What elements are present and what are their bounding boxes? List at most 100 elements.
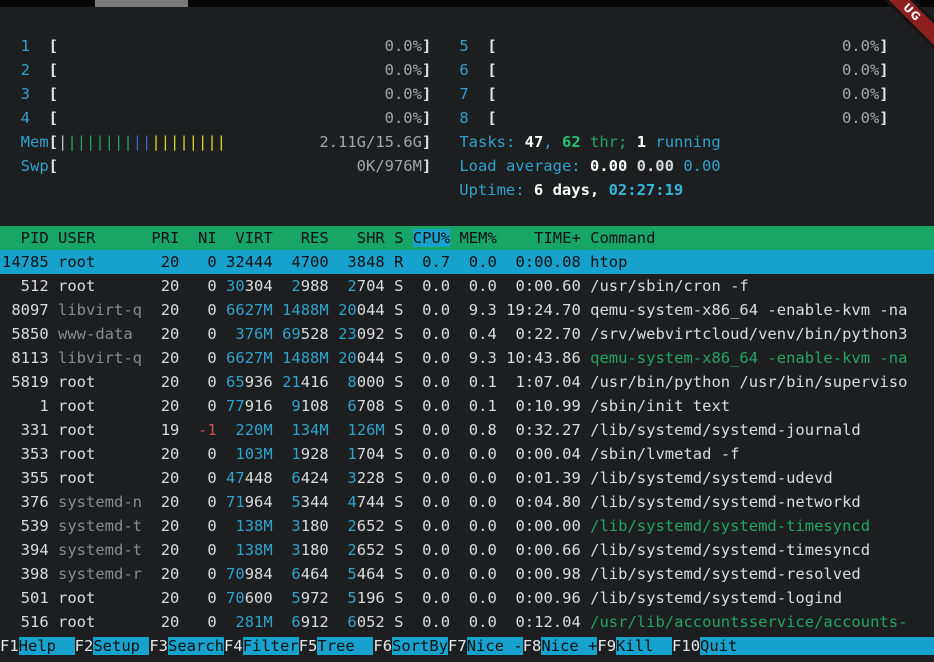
cell-res: 4700 bbox=[282, 253, 329, 271]
column-header-res[interactable]: RES bbox=[282, 229, 329, 247]
cell-pri: 20 bbox=[151, 565, 179, 583]
mem-bar-yellow: |||||||| bbox=[151, 133, 226, 151]
process-row-512[interactable]: 512 root 20 0 30304 2988 2704 S 0.0 0.0 … bbox=[0, 274, 934, 298]
cell-user: systemd-t bbox=[58, 541, 142, 559]
cell-ni: 0 bbox=[189, 373, 217, 391]
tasks-thr-label: thr; bbox=[581, 133, 637, 151]
meter-open-bracket: [ bbox=[487, 109, 496, 127]
process-row-5819[interactable]: 5819 root 20 0 65936 21416 8000 S 0.0 0.… bbox=[0, 370, 934, 394]
cell-pid: 8097 bbox=[2, 301, 49, 319]
process-row-1[interactable]: 1 root 20 0 77916 9108 6708 S 0.0 0.1 0:… bbox=[0, 394, 934, 418]
cell-shr: 2 bbox=[338, 517, 357, 535]
fkey-search-button[interactable]: Search bbox=[168, 637, 224, 655]
process-row-355[interactable]: 355 root 20 0 47448 6424 3228 S 0.0 0.0 … bbox=[0, 466, 934, 490]
fkey-f7-key[interactable]: F7 bbox=[448, 637, 467, 655]
cell-time: 19:24.70 bbox=[506, 301, 581, 319]
process-row-353[interactable]: 353 root 20 0 103M 1928 1704 S 0.0 0.0 0… bbox=[0, 442, 934, 466]
meter-open-bracket: [ bbox=[49, 133, 58, 151]
fkey-f3-key[interactable]: F3 bbox=[149, 637, 168, 655]
process-row-394[interactable]: 394 systemd-t 20 0 138M 3180 2652 S 0.0 … bbox=[0, 538, 934, 562]
cell-time: 10:43.86 bbox=[506, 349, 581, 367]
cell-shr: 4 bbox=[338, 493, 357, 511]
fkey-sortby-button[interactable]: SortBy bbox=[392, 637, 448, 655]
fkey-quit-button[interactable]: Quit bbox=[700, 637, 756, 655]
cpu-meter-row: 2 [ 0.0%] 6 [ 0.0%] bbox=[0, 58, 934, 82]
cell-virt: 77 bbox=[226, 397, 245, 415]
column-header-cpu[interactable]: CPU% bbox=[413, 229, 450, 247]
fkey-f9-key[interactable]: F9 bbox=[597, 637, 616, 655]
process-row-8113[interactable]: 8113 libvirt-q 20 0 6627M 1488M 20044 S … bbox=[0, 346, 934, 370]
cell-shr: 3 bbox=[338, 469, 357, 487]
process-row-539[interactable]: 539 systemd-t 20 0 138M 3180 2652 S 0.0 … bbox=[0, 514, 934, 538]
cell-mem-percent: 0.0 bbox=[459, 253, 496, 271]
process-row-376[interactable]: 376 systemd-n 20 0 71964 5344 4744 S 0.0… bbox=[0, 490, 934, 514]
cell-pri: 20 bbox=[151, 613, 179, 631]
cell-res: 6 bbox=[282, 565, 301, 583]
process-row-501[interactable]: 501 root 20 0 70600 5972 5196 S 0.0 0.0 … bbox=[0, 586, 934, 610]
cpu-meter-value-4: 0.0% bbox=[385, 109, 422, 127]
column-header-pri[interactable]: PRI bbox=[151, 229, 179, 247]
column-header-command[interactable]: Command bbox=[590, 229, 655, 247]
cell-pid: 355 bbox=[2, 469, 49, 487]
process-row-516[interactable]: 516 root 20 0 281M 6912 6052 S 0.0 0.0 0… bbox=[0, 610, 934, 634]
process-row-14785[interactable]: 14785 root 20 0 32444 4700 3848 R 0.7 0.… bbox=[0, 250, 934, 274]
cell-mem-percent: 0.0 bbox=[459, 277, 496, 295]
process-row-5850[interactable]: 5850 www-data 20 0 376M 69528 23092 S 0.… bbox=[0, 322, 934, 346]
cell-pid: 512 bbox=[2, 277, 49, 295]
process-row-331[interactable]: 331 root 19 -1 220M 134M 126M S 0.0 0.8 … bbox=[0, 418, 934, 442]
fkey-filter-button[interactable]: Filter bbox=[243, 637, 299, 655]
cell-pri: 20 bbox=[151, 325, 179, 343]
column-header-mem[interactable]: MEM% bbox=[459, 229, 496, 247]
cell-user: root bbox=[58, 253, 142, 271]
column-header-virt[interactable]: VIRT bbox=[226, 229, 273, 247]
fkey-nice-button[interactable]: Nice + bbox=[541, 637, 597, 655]
cpu-id-4: 4 bbox=[2, 109, 30, 127]
meter-close-bracket: ] bbox=[422, 37, 431, 55]
cell-time: 0:01.39 bbox=[506, 469, 581, 487]
column-header-pid[interactable]: PID bbox=[2, 229, 49, 247]
column-header-time[interactable]: TIME+ bbox=[506, 229, 581, 247]
column-header-user[interactable]: USER bbox=[58, 229, 142, 247]
fkey-f1-key[interactable]: F1 bbox=[0, 637, 19, 655]
process-row-8097[interactable]: 8097 libvirt-q 20 0 6627M 1488M 20044 S … bbox=[0, 298, 934, 322]
cell-cpu-percent: 0.0 bbox=[413, 541, 450, 559]
cell-cpu-percent: 0.7 bbox=[413, 253, 450, 271]
cell-mem-percent: 0.0 bbox=[459, 445, 496, 463]
meter-open-bracket: [ bbox=[487, 61, 496, 79]
fkey-help-button[interactable]: Help bbox=[19, 637, 75, 655]
cell-cpu-percent: 0.0 bbox=[413, 349, 450, 367]
swap-meter-value: 0K/976M bbox=[357, 157, 422, 175]
cell-command: /usr/sbin/cron -f bbox=[590, 277, 749, 295]
fkey-f4-key[interactable]: F4 bbox=[224, 637, 243, 655]
scrollbar-thumb[interactable] bbox=[95, 0, 188, 7]
cell-virt: 65 bbox=[226, 373, 245, 391]
cell-cpu-percent: 0.0 bbox=[413, 493, 450, 511]
cpu-id-8: 8 bbox=[459, 109, 468, 127]
cpu-meter-row: 4 [ 0.0%] 8 [ 0.0%] bbox=[0, 106, 934, 130]
mem-label: Mem bbox=[2, 133, 49, 151]
cell-ni: -1 bbox=[189, 421, 217, 439]
fkey-tree-button[interactable]: Tree bbox=[317, 637, 373, 655]
cell-time: 0:00.00 bbox=[506, 517, 581, 535]
fkey-nice-button[interactable]: Nice - bbox=[467, 637, 523, 655]
fkey-f8-key[interactable]: F8 bbox=[523, 637, 542, 655]
load-15min: 0.00 bbox=[683, 157, 720, 175]
cell-ni: 0 bbox=[189, 541, 217, 559]
cell-res: 2 bbox=[282, 277, 301, 295]
fkey-kill-button[interactable]: Kill bbox=[616, 637, 672, 655]
column-header-shr[interactable]: SHR bbox=[338, 229, 385, 247]
fkey-f10-key[interactable]: F10 bbox=[672, 637, 700, 655]
meter-open-bracket: [ bbox=[49, 61, 58, 79]
cell-time: 0:00.08 bbox=[506, 253, 581, 271]
fkey-f5-key[interactable]: F5 bbox=[299, 637, 318, 655]
fkey-f2-key[interactable]: F2 bbox=[75, 637, 94, 655]
cell-ni: 0 bbox=[189, 589, 217, 607]
cell-pri: 20 bbox=[151, 277, 179, 295]
terminal: 1 [ 0.0%] 5 [ 0.0%] 2 [ 0.0%] 6 [ 0.0%] … bbox=[0, 10, 934, 658]
fkey-f6-key[interactable]: F6 bbox=[373, 637, 392, 655]
cell-cpu-percent: 0.0 bbox=[413, 301, 450, 319]
column-header-ni[interactable]: NI bbox=[189, 229, 217, 247]
fkey-setup-button[interactable]: Setup bbox=[93, 637, 149, 655]
htop-screen: 1 [ 0.0%] 5 [ 0.0%] 2 [ 0.0%] 6 [ 0.0%] … bbox=[0, 0, 934, 662]
process-row-398[interactable]: 398 systemd-r 20 0 70984 6464 5464 S 0.0… bbox=[0, 562, 934, 586]
